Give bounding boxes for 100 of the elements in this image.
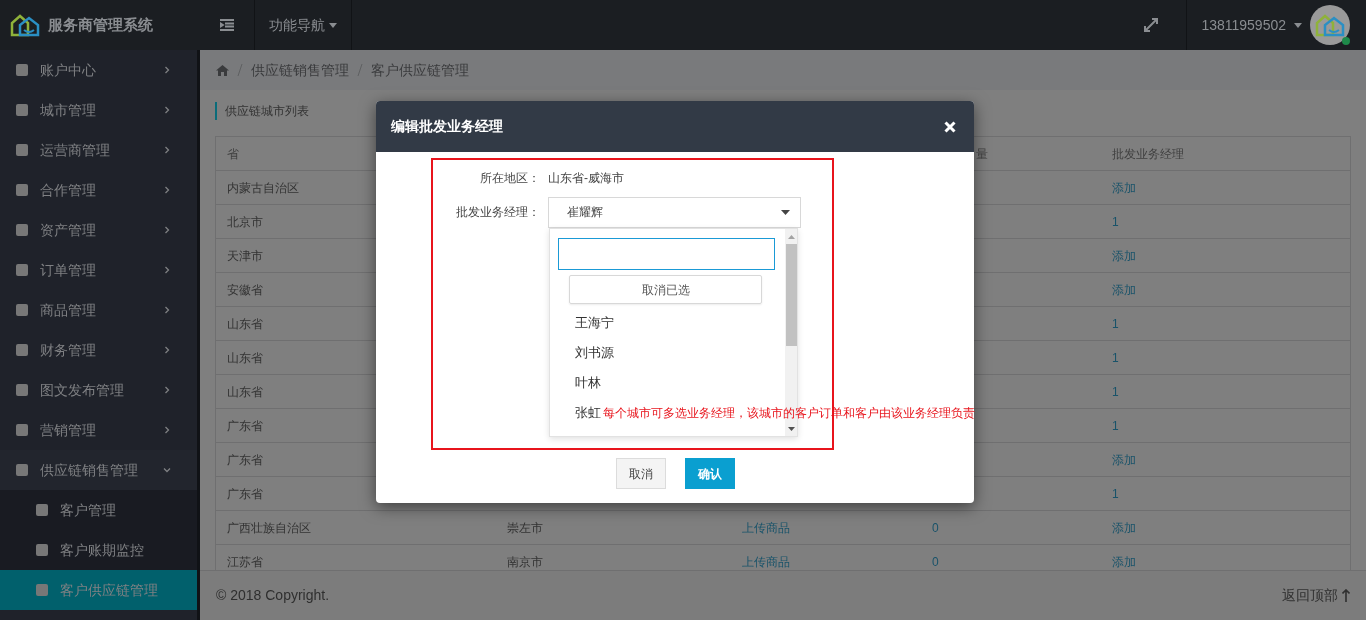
sidebar-item[interactable]: 合作管理 [0,170,197,210]
table-cell: 山东省 [227,350,263,365]
table-link[interactable]: 0 [932,520,939,535]
chevron-right-icon [163,266,171,274]
sidebar-item[interactable]: 资产管理 [0,210,197,250]
sidebar-subitem[interactable]: 客户管理 [0,490,197,530]
chevron-down-icon [163,466,171,474]
option-item[interactable]: 刘书源 [575,338,614,368]
scroll-down-icon [787,427,795,431]
square-icon [16,104,28,116]
chevron-right-icon [163,186,171,194]
sidebar-item[interactable]: 营销管理 [0,410,197,450]
table-cell: 内蒙古自治区 [227,180,299,195]
square-icon [16,464,28,476]
chevron-right-icon [163,106,171,114]
table-cell: 山东省 [227,384,263,399]
square-icon [16,144,28,156]
confirm-button[interactable]: 确认 [684,458,735,489]
option-item[interactable]: 张虹 [575,398,601,428]
chevron-right-icon [163,66,171,74]
table-cell: 安徽省 [227,282,263,297]
breadcrumb-link[interactable]: 供应链销售管理 [251,59,349,81]
option-item[interactable]: 王海宁 [575,308,614,338]
table-link[interactable]: 1 [1112,350,1119,365]
copyright-text: © 2018 Copyright. [216,586,330,605]
house-icon [1315,13,1345,37]
table-cell: 山东省 [227,316,263,331]
chevron-right-icon [163,226,171,234]
table-link[interactable]: 上传商品 [742,520,790,535]
column-header: 批发业务经理 [1112,146,1184,161]
sidebar-item[interactable]: 图文发布管理 [0,370,197,410]
chevron-right-icon [163,146,171,154]
search-field[interactable] [558,238,775,270]
separator-icon [237,64,243,76]
sidebar-subitem[interactable]: 客户账期监控 [0,530,197,570]
back-to-top-link[interactable]: 返回顶部 [1282,585,1350,606]
square-icon [16,424,28,436]
manager-select[interactable]: 崔耀辉 [548,196,801,228]
table-link[interactable]: 添加 [1112,520,1136,535]
square-icon [16,264,28,276]
menu-icon [220,19,234,31]
chevron-right-icon [163,306,171,314]
table-link[interactable]: 1 [1112,214,1119,229]
table-cell: 广东省 [227,418,263,433]
expand-icon [1144,18,1159,32]
field-value: 山东省-威海市 [548,170,624,187]
avatar[interactable] [1310,5,1350,45]
table-cell: 天津市 [227,248,263,263]
brand-title: 服务商管理系统 [48,14,153,35]
close-icon [944,120,956,133]
table-cell: 广东省 [227,486,263,501]
clear-selection-button[interactable]: 取消已选 [569,275,762,304]
sidebar-item[interactable]: 订单管理 [0,250,197,290]
sidebar-item[interactable]: 账户中心 [0,50,197,90]
table-link[interactable]: 添加 [1112,554,1136,569]
square-icon [16,224,28,236]
square-icon [36,584,48,596]
table-cell: 广东省 [227,452,263,467]
table-cell: 南京市 [507,554,543,569]
table-link[interactable]: 添加 [1112,282,1136,297]
scroll-up-icon [787,235,795,239]
caret-icon [781,209,790,215]
option-item[interactable]: 叶林 [575,368,601,398]
logo-icon [10,13,40,37]
arrow-up-icon [1342,589,1350,602]
table-cell: 广西壮族自治区 [227,520,311,535]
caret-icon [329,22,337,28]
table-link[interactable]: 添加 [1112,248,1136,263]
table-cell: 江苏省 [227,554,263,569]
table-link[interactable]: 添加 [1112,452,1136,467]
breadcrumb-link[interactable]: 客户供应链管理 [371,59,469,81]
table-link[interactable]: 上传商品 [742,554,790,569]
field-label: 所在地区： [479,170,540,187]
chevron-right-icon [163,426,171,434]
table-link[interactable]: 1 [1112,486,1119,501]
sidebar-item[interactable]: 财务管理 [0,330,197,370]
column-header: 省 [227,146,239,161]
square-icon [16,344,28,356]
home-icon[interactable] [216,64,229,76]
square-icon [36,544,48,556]
cancel-button[interactable]: 取消 [615,458,666,489]
square-icon [16,184,28,196]
separator-icon [357,64,363,76]
table-cell: 北京市 [227,214,263,229]
table-cell: 崇左市 [507,520,543,535]
square-icon [36,504,48,516]
caret-icon [1294,22,1302,28]
sidebar-item[interactable]: 运营商管理 [0,130,197,170]
chevron-right-icon [163,386,171,394]
sidebar-item[interactable]: 城市管理 [0,90,197,130]
table-link[interactable]: 1 [1112,384,1119,399]
table-link[interactable]: 1 [1112,316,1119,331]
table-link[interactable]: 1 [1112,418,1119,433]
square-icon [16,384,28,396]
square-icon [16,304,28,316]
square-icon [16,64,28,76]
table-link[interactable]: 0 [932,554,939,569]
table-link[interactable]: 添加 [1112,180,1136,195]
modal-title: 编辑批发业务经理 [391,117,503,136]
sidebar-item[interactable]: 商品管理 [0,290,197,330]
